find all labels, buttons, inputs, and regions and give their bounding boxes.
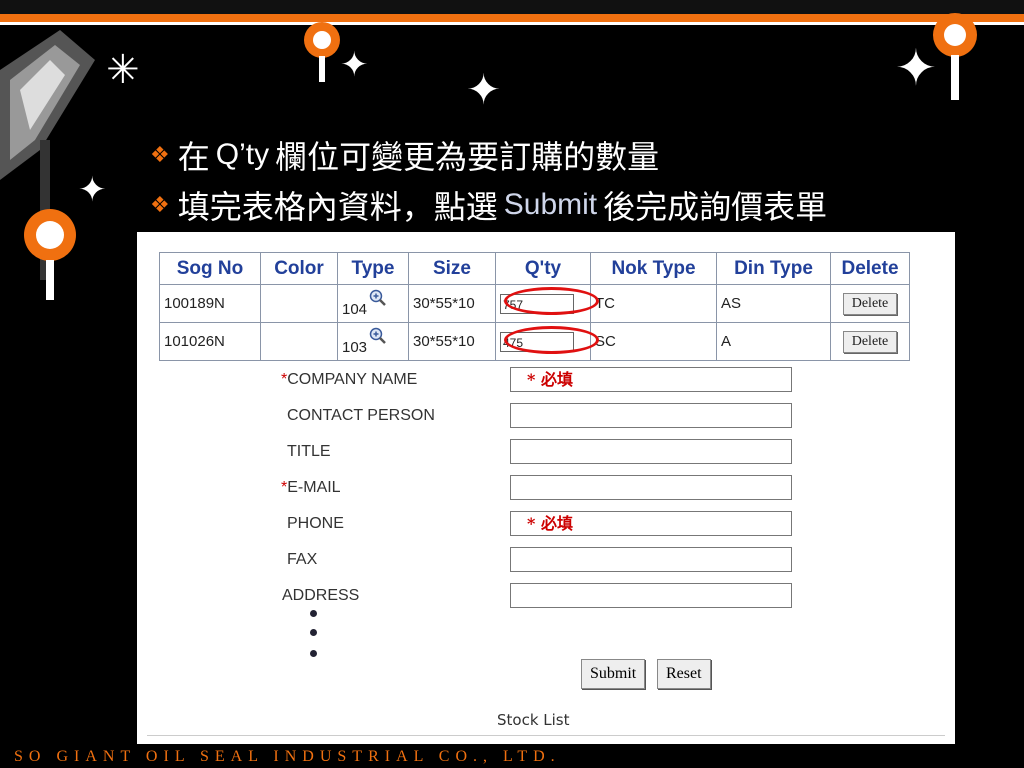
sparkle-icon: ✦ — [466, 65, 502, 114]
sparkle-icon: ✦ — [895, 39, 937, 97]
sparkle-icon: ✦ — [78, 170, 107, 210]
col-header-sog-no: Sog No — [159, 252, 261, 285]
ellipsis-dot — [310, 629, 317, 636]
web-form-screenshot: Sog No Color Type Size Q'ty Nok Type Din… — [137, 232, 955, 744]
stock-list-link[interactable]: Stock List — [497, 711, 570, 729]
col-header-qty: Q'ty — [495, 252, 591, 285]
col-header-color: Color — [260, 252, 338, 285]
label-fax: FAX — [287, 551, 318, 568]
bullet-icon: ❖ — [150, 142, 170, 168]
cell-delete: Delete — [830, 284, 910, 323]
bullet-keyword: Submit — [503, 188, 598, 221]
bullet-keyword: Q’ty — [215, 138, 270, 171]
label-address: ADDRESS — [282, 587, 360, 604]
divider — [147, 735, 945, 736]
type-value: 104 — [342, 300, 368, 318]
cell-type: 104 — [337, 284, 409, 323]
company-footer: SO GIANT OIL SEAL INDUSTRIAL CO., LTD. — [14, 748, 561, 765]
ornament-icon — [24, 209, 76, 300]
cell-color — [260, 284, 338, 323]
bullet-item: ❖ 填完表格內資料，點選 Submit 後完成詢價表單 — [150, 180, 827, 230]
label-text: COMPANY NAME — [287, 371, 418, 388]
ornament-icon — [304, 22, 340, 82]
label-email: *E-MAIL — [281, 479, 341, 497]
bullet-item: ❖ 在 Q’ty 欄位可變更為要訂購的數量 — [150, 130, 827, 180]
label-company-name: *COMPANY NAME — [281, 371, 417, 389]
magnifier-icon[interactable] — [369, 327, 387, 345]
col-header-nok-type: Nok Type — [590, 252, 717, 285]
label-text: E-MAIL — [287, 479, 341, 496]
bullet-text: 後完成詢價表單 — [603, 188, 828, 226]
delete-button[interactable]: Delete — [842, 330, 898, 353]
top-accent-bar — [0, 14, 1024, 22]
sparkle-icon: ✦ — [340, 45, 369, 85]
bullet-icon: ❖ — [150, 192, 170, 218]
address-input[interactable] — [510, 583, 792, 608]
top-divider — [0, 22, 1024, 25]
cell-delete: Delete — [830, 322, 910, 361]
top-bar — [0, 0, 1024, 14]
cell-nok-type: TC — [590, 284, 717, 323]
sparkle-icon: ✳ — [106, 47, 140, 93]
col-header-size: Size — [408, 252, 496, 285]
cell-color — [260, 322, 338, 361]
cell-sog-no: 101026N — [159, 322, 261, 361]
delete-button[interactable]: Delete — [842, 292, 898, 315]
label-contact-person: CONTACT PERSON — [287, 407, 435, 424]
company-name-input[interactable]: * 必填 — [510, 367, 792, 392]
label-phone: PHONE — [287, 515, 344, 532]
cell-nok-type: SC — [590, 322, 717, 361]
col-header-type: Type — [337, 252, 409, 285]
qty-highlight — [504, 287, 599, 315]
phone-input[interactable]: * 必填 — [510, 511, 792, 536]
magnifier-icon[interactable] — [369, 289, 387, 307]
cell-type: 103 — [337, 322, 409, 361]
ellipsis-dot — [310, 610, 317, 617]
bullet-list: ❖ 在 Q’ty 欄位可變更為要訂購的數量 ❖ 填完表格內資料，點選 Submi… — [150, 130, 827, 230]
ornament-icon — [933, 13, 977, 100]
email-input[interactable] — [510, 475, 792, 500]
title-input[interactable] — [510, 439, 792, 464]
cell-size: 30*55*10 — [408, 284, 496, 323]
bullet-text: 在 — [177, 138, 210, 176]
contact-person-input[interactable] — [510, 403, 792, 428]
bullet-text: 填完表格內資料，點選 — [177, 188, 498, 226]
qty-highlight — [504, 326, 599, 354]
col-header-delete: Delete — [830, 252, 910, 285]
table-header-row: Sog No Color Type Size Q'ty Nok Type Din… — [159, 252, 910, 285]
fax-input[interactable] — [510, 547, 792, 572]
col-header-din-type: Din Type — [716, 252, 831, 285]
type-value: 103 — [342, 338, 368, 356]
ellipsis-dot — [310, 650, 317, 657]
reset-button[interactable]: Reset — [657, 659, 711, 689]
cell-din-type: AS — [716, 284, 831, 323]
cell-sog-no: 100189N — [159, 284, 261, 323]
cell-size: 30*55*10 — [408, 322, 496, 361]
label-title: TITLE — [287, 443, 331, 460]
submit-button[interactable]: Submit — [581, 659, 646, 689]
bullet-text: 欄位可變更為要訂購的數量 — [275, 138, 660, 176]
cell-din-type: A — [716, 322, 831, 361]
